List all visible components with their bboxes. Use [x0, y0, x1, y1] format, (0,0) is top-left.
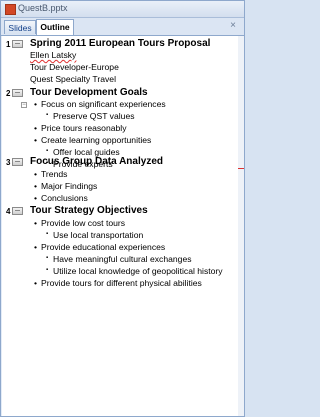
subtitle-line[interactable]: Ellen Latsky: [30, 50, 76, 60]
slide-number: 2: [6, 89, 11, 98]
bullet-item[interactable]: Create learning opportunities: [34, 135, 151, 145]
slide-number: 4: [6, 207, 11, 216]
window-title: QuestB.pptx: [18, 3, 68, 13]
bullet-item[interactable]: Conclusions: [34, 193, 88, 203]
slide-icon[interactable]: [12, 158, 23, 166]
slide-title[interactable]: Tour Strategy Objectives: [30, 205, 148, 216]
outline-content[interactable]: 1 Spring 2011 European Tours Proposal El…: [2, 36, 238, 416]
scroll-position-marker: [238, 168, 244, 169]
sub-bullet-item[interactable]: Preserve QST values: [46, 111, 134, 121]
tab-slides[interactable]: Slides: [4, 20, 36, 34]
slide-icon[interactable]: [12, 40, 23, 48]
close-icon[interactable]: ×: [227, 20, 239, 32]
bullet-item[interactable]: Trends: [34, 169, 68, 179]
slide-number: 1: [6, 40, 11, 49]
slide-number: 3: [6, 158, 11, 167]
collapse-icon[interactable]: −: [21, 102, 27, 108]
bullet-item[interactable]: Focus on significant experiences: [34, 99, 166, 109]
sub-bullet-item[interactable]: Utilize local knowledge of geopolitical …: [46, 266, 223, 276]
slide-title[interactable]: Tour Development Goals: [30, 87, 148, 98]
outline-pane: QuestB.pptx Slides Outline × 1 Spring 20…: [0, 0, 245, 417]
sub-bullet-item[interactable]: Have meaningful cultural exchanges: [46, 254, 192, 264]
bullet-item[interactable]: Provide educational experiences: [34, 242, 165, 252]
pane-tabs: Slides Outline ×: [1, 18, 244, 36]
bullet-item[interactable]: Major Findings: [34, 181, 97, 191]
slide-title[interactable]: Focus Group Data Analyzed: [30, 156, 163, 167]
slide-icon[interactable]: [12, 89, 23, 97]
slide-title[interactable]: Spring 2011 European Tours Proposal: [30, 38, 210, 49]
vertical-scrollbar[interactable]: [238, 36, 244, 416]
pane-titlebar: QuestB.pptx: [1, 1, 244, 18]
subtitle-line[interactable]: Tour Developer-Europe: [30, 62, 119, 72]
sub-bullet-item[interactable]: Use local transportation: [46, 230, 143, 240]
powerpoint-file-icon: [5, 4, 16, 15]
tab-outline[interactable]: Outline: [36, 19, 74, 35]
bullet-item[interactable]: Provide low cost tours: [34, 218, 125, 228]
bullet-item[interactable]: Provide tours for different physical abi…: [34, 278, 202, 288]
bullet-item[interactable]: Price tours reasonably: [34, 123, 126, 133]
subtitle-line[interactable]: Quest Specialty Travel: [30, 74, 116, 84]
slide-icon[interactable]: [12, 207, 23, 215]
